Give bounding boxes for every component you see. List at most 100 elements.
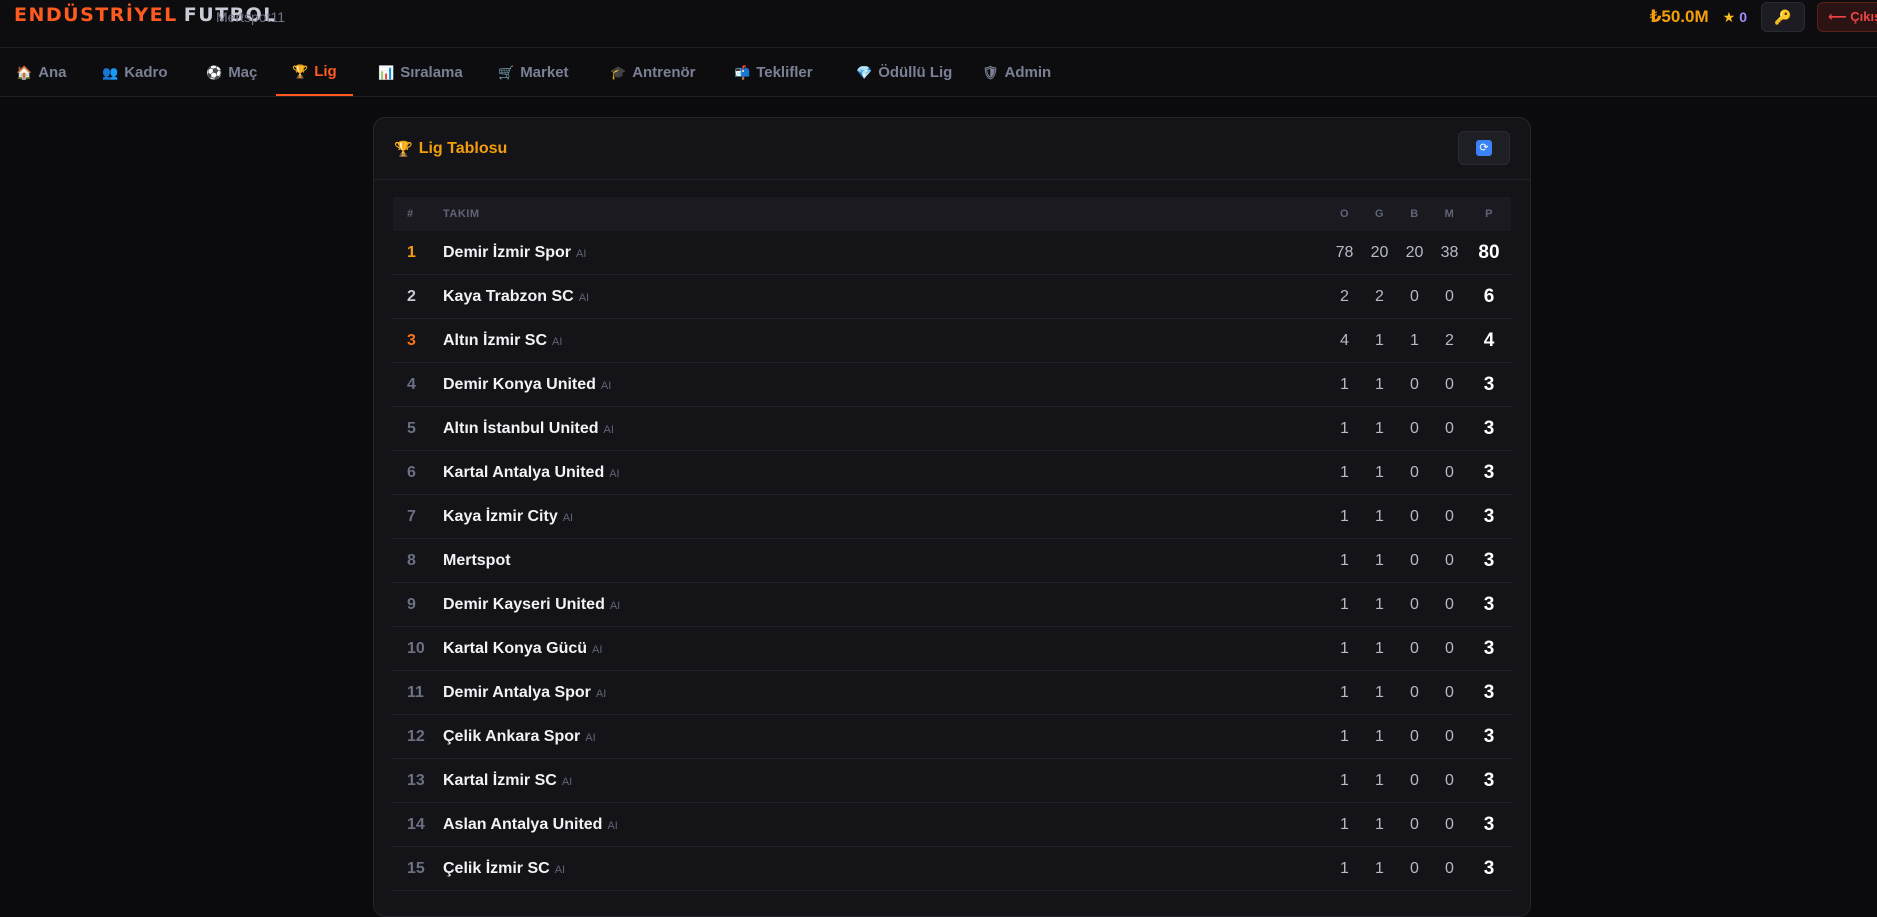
team-name: Demir Antalya Spor	[443, 683, 591, 701]
row-won: 1	[1375, 815, 1384, 833]
row-lost: 0	[1445, 859, 1454, 877]
table-row[interactable]: 11 Demir Antalya Spor AI 1 1 0 0 3	[393, 671, 1511, 715]
table-row[interactable]: 6 Kartal Antalya United AI 1 1 0 0 3	[393, 451, 1511, 495]
league-table: # TAKIM O G B M P 1 Demir İzmir Spor AI 78 2…	[393, 197, 1511, 891]
row-rank: 6	[407, 463, 416, 481]
row-rank: 5	[407, 419, 416, 437]
table-row[interactable]: 14 Aslan Antalya United AI 1 1 0 0 3	[393, 803, 1511, 847]
ai-badge: AI	[576, 247, 587, 260]
tab-market[interactable]: 🛒 Market	[482, 49, 585, 96]
row-lost: 0	[1445, 507, 1454, 525]
row-played: 4	[1340, 331, 1349, 349]
table-row[interactable]: 10 Kartal Konya Gücü AI 1 1 0 0 3	[393, 627, 1511, 671]
team-name: Demir Kayseri United	[443, 595, 605, 613]
row-won: 1	[1375, 771, 1384, 789]
tab-sıralama[interactable]: 📊 Sıralama	[362, 49, 479, 96]
row-lost: 0	[1445, 595, 1454, 613]
tab-ana[interactable]: 🏠 Ana	[0, 49, 83, 96]
key-icon: 🔑	[1774, 8, 1792, 25]
team-name: Kartal Konya Gücü	[443, 639, 588, 657]
tab-lig[interactable]: 🏆 Lig	[276, 49, 353, 96]
tab-icon: 📬	[734, 64, 751, 80]
tab-icon: 🛒	[498, 64, 515, 80]
row-rank: 4	[407, 375, 416, 393]
ai-badge: AI	[595, 687, 607, 700]
row-team: Çelik Ankara Spor AI	[443, 728, 1327, 746]
row-won: 1	[1375, 419, 1384, 437]
row-won: 1	[1375, 507, 1384, 525]
row-won: 1	[1375, 331, 1384, 349]
row-team: Altın İzmir SC AI	[443, 332, 1327, 350]
row-played: 1	[1340, 463, 1349, 481]
ai-badge: AI	[562, 511, 574, 524]
tab-icon: 🏠	[16, 64, 33, 80]
row-drawn: 0	[1410, 419, 1419, 437]
row-rank: 1	[407, 243, 416, 261]
row-drawn: 0	[1410, 815, 1419, 833]
refresh-button[interactable]: ⟳	[1458, 131, 1510, 165]
team-name: Çelik İzmir SC	[443, 859, 550, 877]
brand-part1: ENDÜSTRİYEL	[14, 4, 178, 26]
row-played: 1	[1340, 375, 1349, 393]
tab-teklifler[interactable]: 📬 Teklifler	[718, 49, 829, 96]
row-won: 1	[1375, 683, 1384, 701]
tab-icon: 🎓	[610, 64, 627, 80]
row-team: Demir Konya United AI	[443, 376, 1327, 394]
ai-badge: AI	[609, 599, 621, 612]
ai-badge: AI	[578, 291, 590, 304]
table-row[interactable]: 3 Altın İzmir SC AI 4 1 1 2 4	[393, 319, 1511, 363]
top-header: ENDÜSTRİYEL FUTBOL Mertspot11 ₺50.0M ★ 0 …	[0, 0, 1877, 48]
league-card: 🏆 Lig Tablosu ⟳ # TAKIM O G B M P 1 Demir…	[373, 117, 1531, 917]
col-team: TAKIM	[443, 208, 480, 220]
row-drawn: 20	[1405, 243, 1424, 261]
row-played: 1	[1340, 639, 1349, 657]
table-row[interactable]: 4 Demir Konya United AI 1 1 0 0 3	[393, 363, 1511, 407]
row-team: Altın İstanbul United AI	[443, 420, 1327, 438]
row-played: 1	[1340, 859, 1349, 877]
table-row[interactable]: 7 Kaya İzmir City AI 1 1 0 0 3	[393, 495, 1511, 539]
tab-antrenör[interactable]: 🎓 Antrenör	[594, 49, 712, 96]
row-drawn: 0	[1410, 551, 1419, 569]
tab-label: Ödüllü Lig	[878, 64, 953, 81]
row-played: 1	[1340, 815, 1349, 833]
table-row[interactable]: 1 Demir İzmir Spor AI 78 20 20 38 80	[393, 231, 1511, 275]
row-drawn: 0	[1410, 727, 1419, 745]
table-row[interactable]: 12 Çelik Ankara Spor AI 1 1 0 0 3	[393, 715, 1511, 759]
col-lost: M	[1444, 208, 1455, 220]
header-actions: ₺50.0M ★ 0 🔑 ⟵ Çıkış	[1650, 2, 1877, 32]
row-won: 1	[1375, 727, 1384, 745]
row-won: 2	[1375, 287, 1384, 305]
tab-icon: 📊	[378, 64, 395, 80]
row-lost: 0	[1445, 375, 1454, 393]
row-lost: 0	[1445, 683, 1454, 701]
ai-badge: AI	[592, 643, 603, 656]
team-name: Kartal İzmir SC	[443, 771, 557, 789]
row-points: 3	[1483, 417, 1495, 439]
table-row[interactable]: 13 Kartal İzmir SC AI 1 1 0 0 3	[393, 759, 1511, 803]
tab-maç[interactable]: ⚽ Maç	[190, 49, 273, 96]
table-row[interactable]: 9 Demir Kayseri United AI 1 1 0 0 3	[393, 583, 1511, 627]
ai-badge: AI	[554, 863, 566, 876]
key-button[interactable]: 🔑	[1761, 2, 1805, 32]
tab-label: Maç	[228, 64, 258, 81]
row-team: Kaya İzmir City AI	[443, 508, 1327, 526]
table-row[interactable]: 5 Altın İstanbul United AI 1 1 0 0 3	[393, 407, 1511, 451]
row-rank: 8	[407, 551, 416, 569]
logout-button[interactable]: ⟵ Çıkış	[1817, 2, 1877, 32]
table-row[interactable]: 8 Mertspot 1 1 0 0 3	[393, 539, 1511, 583]
table-row[interactable]: 15 Çelik İzmir SC AI 1 1 0 0 3	[393, 847, 1511, 891]
ai-badge: AI	[585, 731, 596, 744]
row-drawn: 0	[1410, 287, 1419, 305]
col-played: O	[1339, 208, 1350, 220]
team-name: Demir İzmir Spor	[443, 243, 572, 261]
row-rank: 13	[407, 771, 425, 789]
tab-ödüllü-lig[interactable]: 💎 Ödüllü Lig	[840, 49, 968, 96]
tab-admin[interactable]: 🛡 Admin	[966, 49, 1067, 96]
row-team: Kartal İzmir SC AI	[443, 772, 1327, 790]
trophy-icon: 🏆	[394, 141, 413, 158]
col-won: G	[1374, 208, 1385, 220]
row-played: 1	[1340, 507, 1349, 525]
table-row[interactable]: 2 Kaya Trabzon SC AI 2 2 0 0 6	[393, 275, 1511, 319]
team-name: Çelik Ankara Spor	[443, 727, 581, 745]
tab-kadro[interactable]: 👥 Kadro	[86, 49, 184, 96]
